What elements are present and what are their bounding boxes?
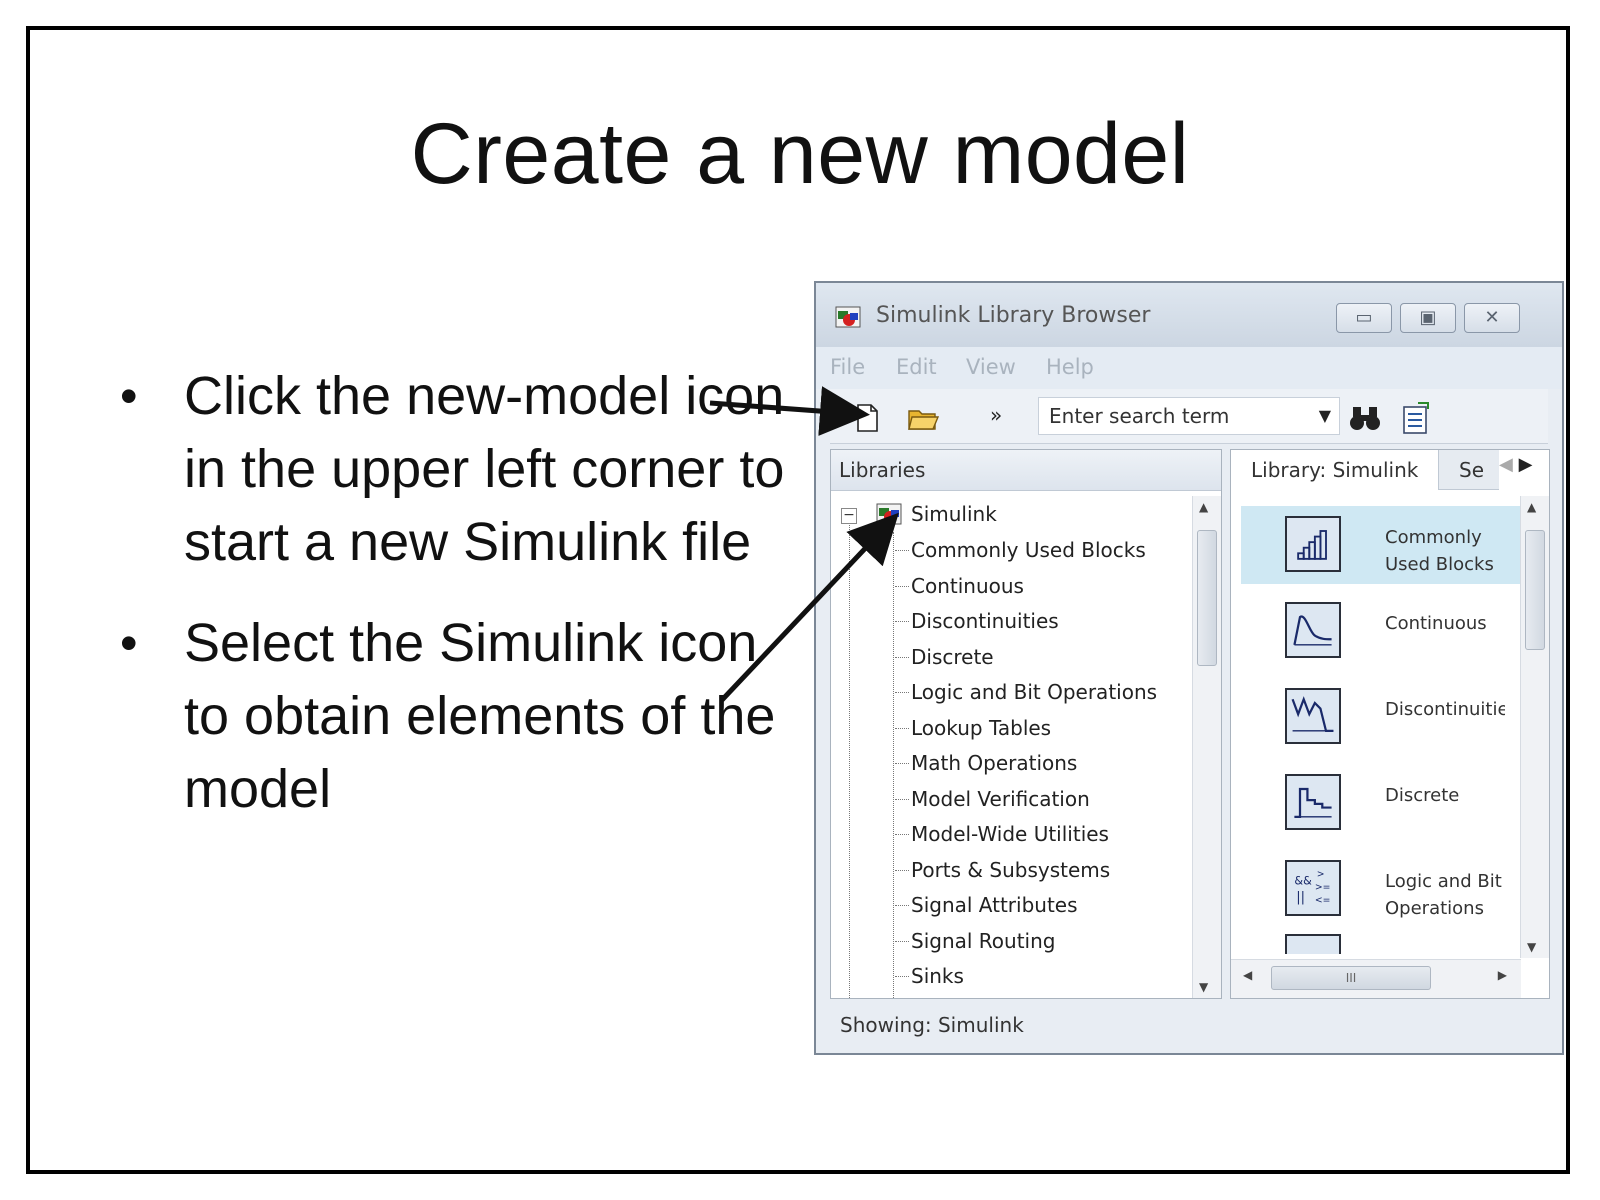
arrow-to-new-model-icon bbox=[709, 386, 870, 437]
annotation-arrows bbox=[709, 386, 899, 702]
arrow-to-simulink-icon bbox=[720, 512, 899, 702]
